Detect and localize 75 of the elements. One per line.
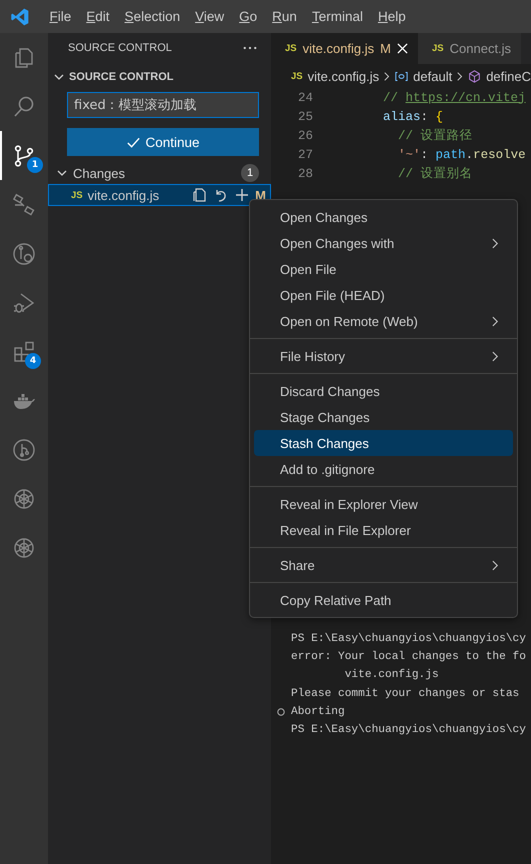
context-menu-item[interactable]: Copy Relative Path [254,587,513,613]
breadcrumb-item[interactable]: vite.config.js [308,68,380,84]
editor-tab[interactable]: JS Connect.js [418,33,522,64]
chevron-icon[interactable] [57,168,67,178]
sidebar-title: SOURCE CONTROL [68,42,172,54]
context-menu-item[interactable]: Open on Remote (Web) [254,308,513,334]
line-number: 27 [296,148,313,162]
breadcrumb-item[interactable]: default [413,68,452,84]
more-icon[interactable] [243,46,257,50]
file-name: vite.config.js [88,188,160,202]
line-number: 25 [296,110,313,124]
branch-icon[interactable] [12,144,36,168]
terminal-line: vite.config.js [344,669,439,682]
terminal-line: Aborting [291,706,345,718]
js-file-icon: JS [71,190,83,200]
context-menu-item[interactable]: Stash Changes [254,430,513,456]
terminal-line: error: Your local changes to the fo [291,651,526,664]
line-number: 28 [296,166,313,180]
code-line: alias: { [382,110,444,124]
app-logo-icon [10,6,30,26]
menu-item[interactable]: Edit [78,9,118,24]
debug-icon[interactable] [12,290,36,314]
context-menu-item[interactable]: Open Changes with [254,230,513,256]
context-menu-item[interactable]: Open File (HEAD) [254,282,513,308]
branch-clock-icon[interactable] [12,242,36,266]
git-graph-icon[interactable] [12,438,36,462]
context-menu-item[interactable]: Open File [254,256,513,282]
count-badge: 1 [27,157,43,173]
count-badge: 1 [241,164,259,182]
close-icon[interactable] [397,43,408,54]
code-line: // https://cn.vitej [382,90,526,104]
context-menu-item[interactable]: Share [254,552,513,578]
context-menu-item[interactable]: Stage Changes [254,404,513,430]
chevron-icon [384,70,390,82]
menu-item[interactable]: Run [264,9,304,24]
search-icon[interactable] [12,94,36,118]
terminal-line: Please commit your changes or stas [291,688,520,700]
menu-item[interactable]: Terminal [304,9,370,24]
menu-item[interactable]: Go [232,9,265,24]
menu-item[interactable]: Selection [117,9,188,24]
editor-tab[interactable]: JS vite.config.js M [271,33,418,64]
menu-item[interactable]: View [188,9,232,24]
chevron-icon [457,70,464,82]
context-menu-item[interactable]: Open Changes [254,204,513,230]
code-line: '~': path.resolve [397,148,526,162]
tree-nodes-icon[interactable] [12,192,36,216]
context-menu-item[interactable]: Reveal in Explorer View [254,491,513,517]
count-badge: 4 [25,353,41,369]
line-number: 24 [296,90,313,104]
context-menu-item[interactable]: Reveal in File Explorer [254,517,513,543]
changes-group-label[interactable]: Changes [73,166,235,180]
command-marker-icon [277,708,285,716]
line-number: 26 [296,128,313,142]
knot-icon[interactable] [12,536,36,560]
chevron-icon[interactable] [54,72,64,82]
open-file-icon[interactable] [192,187,208,203]
extensions-icon[interactable] [12,340,36,364]
code-line: // 设置路径 [397,128,473,144]
plus-icon[interactable] [234,187,250,203]
variable-icon [395,70,408,82]
context-menu-item[interactable]: Add to .gitignore [254,456,513,482]
terminal-line: PS E:\Easy\chuangyios\chuangyios\cy [291,724,526,736]
cube-icon [468,68,482,84]
code-line: // 设置别名 [397,166,473,182]
context-menu-item[interactable]: File History [254,343,513,369]
js-file-icon: JS [291,70,303,82]
menu-item[interactable]: Help [370,9,414,24]
knot-icon[interactable] [12,486,36,510]
context-menu-item[interactable]: Discard Changes [254,378,513,404]
menu-item[interactable]: File [42,9,79,24]
continue-button[interactable]: Continue [67,128,259,156]
section-title[interactable]: SOURCE CONTROL [69,71,174,83]
commit-message-field[interactable]: fixed：模型滚动加载 [67,92,259,118]
breadcrumb-item[interactable]: defineC [486,68,531,84]
terminal-line: PS E:\Easy\chuangyios\chuangyios\cy [291,633,526,646]
